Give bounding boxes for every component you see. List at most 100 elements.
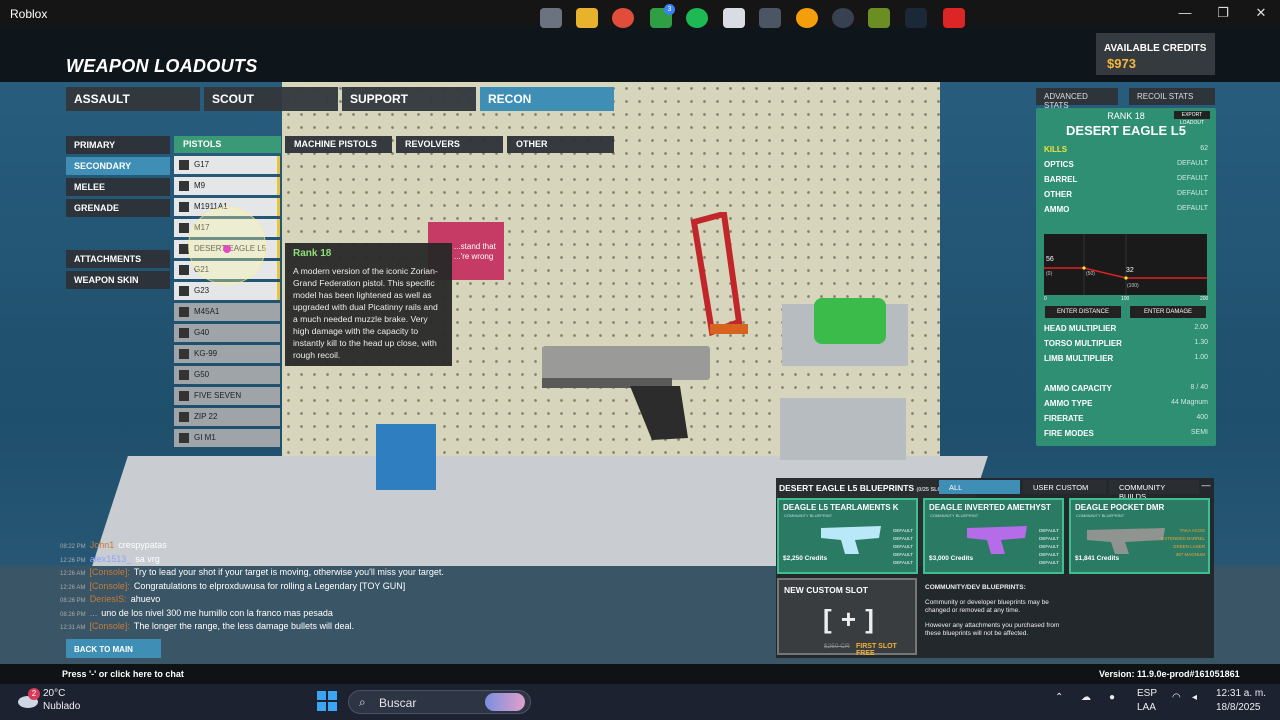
stat-label: TORSO MULTIPLIER xyxy=(1044,339,1122,348)
slot-secondary[interactable]: SECONDARY xyxy=(66,157,170,175)
xbox-icon[interactable]: 3 xyxy=(650,4,675,28)
enter-damage-button[interactable]: ENTER DAMAGE xyxy=(1130,306,1206,318)
weapon-row-locked[interactable]: GI M1 xyxy=(174,429,280,447)
chat-message: 08:26 PM... uno de los nivel 300 me humil… xyxy=(60,608,520,622)
taskbar-search[interactable]: ⌕ Buscar xyxy=(348,690,531,714)
close-button[interactable]: ✕ xyxy=(1242,0,1280,26)
stat-value: DEFAULT xyxy=(1177,190,1208,197)
chat-text: sa vrg xyxy=(135,553,160,564)
blueprint-price: $2,250 Credits xyxy=(783,555,828,562)
chevron-up-icon[interactable]: ⌃ xyxy=(1055,692,1063,703)
bp-tab-community-builds[interactable]: COMMUNITY BUILDS xyxy=(1109,480,1199,501)
weapon-icon xyxy=(179,223,189,233)
chat-message: 12:26 PM alex1513_ sa vrg xyxy=(60,554,520,568)
stat-value: 62 xyxy=(1200,145,1208,152)
subtab-pistols[interactable]: PISTOLS xyxy=(174,136,281,153)
slot-grenade[interactable]: GRENADE xyxy=(66,199,170,217)
tab-support[interactable]: SUPPORT xyxy=(342,87,476,111)
pistol-skin-icon xyxy=(1087,528,1165,554)
minecraft-icon[interactable] xyxy=(868,8,890,28)
subtab-other[interactable]: OTHER xyxy=(507,136,614,153)
export-loadout-button[interactable]: EXPORT LOADOUT xyxy=(1174,111,1210,126)
blueprint-name: DEAGLE POCKET DMR xyxy=(1075,503,1165,512)
tab-scout[interactable]: SCOUT xyxy=(204,87,338,111)
dts-icon[interactable] xyxy=(943,8,965,28)
shelf-box-lower xyxy=(780,398,906,460)
stat-row: AMMO DEFAULT xyxy=(1044,205,1208,214)
new-custom-slot[interactable]: NEW CUSTOM SLOT [ + ] $250 CR FIRST SLOT… xyxy=(777,578,917,657)
blueprint-card[interactable]: DEAGLE L5 TEARLAMENTS K COMMUNITY BLUEPR… xyxy=(777,498,918,574)
bp-tab-all[interactable]: ALL xyxy=(939,480,1020,494)
blueprint-attach: DEFAULT xyxy=(1039,544,1059,549)
tab-recon[interactable]: RECON xyxy=(480,87,614,111)
maximize-button[interactable]: ❐ xyxy=(1204,0,1242,26)
windows-start-icon[interactable] xyxy=(316,690,338,712)
stat-value: DEFAULT xyxy=(1177,175,1208,182)
blueprint-card[interactable]: DEAGLE POCKET DMR COMMUNITY BLUEPRINT $1… xyxy=(1069,498,1210,574)
chat-hint[interactable]: Press '-' or click here to chat xyxy=(62,669,184,679)
app-icon[interactable] xyxy=(759,8,781,28)
weapon-skin-button[interactable]: WEAPON SKIN xyxy=(66,271,170,289)
clock-date[interactable]: 18/8/2025 xyxy=(1216,702,1261,713)
enter-distance-button[interactable]: ENTER DISTANCE xyxy=(1045,306,1121,318)
file-explorer-icon[interactable] xyxy=(576,8,598,28)
temperature: 20°C xyxy=(43,688,66,699)
weapon-row[interactable]: G17 xyxy=(174,156,280,174)
stat-value: 1.00 xyxy=(1194,354,1208,361)
graph-x1: 100 xyxy=(1121,296,1130,302)
weather-icon[interactable]: 2 xyxy=(16,688,40,710)
app-icon[interactable] xyxy=(832,8,854,28)
blueprint-attach: EXTENDED BARREL xyxy=(1161,536,1205,541)
clock-time[interactable]: 12:31 a. m. xyxy=(1216,688,1266,699)
app-icon[interactable] xyxy=(796,8,818,28)
steam-icon[interactable] xyxy=(905,8,927,28)
wifi-icon[interactable]: ◠ xyxy=(1172,692,1181,703)
lock-icon xyxy=(179,349,189,359)
volume-icon[interactable]: ◂ xyxy=(1192,692,1197,703)
blueprint-card[interactable]: DEAGLE INVERTED AMETHYST COMMUNITY BLUEP… xyxy=(923,498,1064,574)
chat-time: 08:26 PM xyxy=(60,611,86,618)
weapon-row-locked[interactable]: G40 xyxy=(174,324,280,342)
weapon-row[interactable]: M9 xyxy=(174,177,280,195)
language-secondary[interactable]: LAA xyxy=(1137,702,1156,713)
blueprint-attach: DEFAULT xyxy=(1039,560,1059,565)
damage-curve xyxy=(1044,234,1207,295)
stat-label: HEAD MULTIPLIER xyxy=(1044,324,1117,333)
spotify-icon[interactable] xyxy=(686,8,708,28)
mic-icon[interactable]: ● xyxy=(1109,692,1115,703)
weapon-row-locked[interactable]: FIVE SEVEN xyxy=(174,387,280,405)
language-primary[interactable]: ESP xyxy=(1137,688,1157,699)
subtab-revolvers[interactable]: REVOLVERS xyxy=(396,136,503,153)
stat-row: FIRERATE 400 xyxy=(1044,414,1208,423)
back-to-main-button[interactable]: BACK TO MAIN xyxy=(66,639,161,658)
roblox-icon[interactable] xyxy=(723,8,745,28)
weapon-row-locked[interactable]: ZIP 22 xyxy=(174,408,280,426)
weapon-name: G23 xyxy=(194,286,210,295)
subtab-machine-pistols[interactable]: MACHINE PISTOLS xyxy=(285,136,392,153)
chat-message: 12:26 AM [Console]: Congratulations to elp… xyxy=(60,581,520,595)
slot-primary[interactable]: PRIMARY xyxy=(66,136,170,154)
attachments-button[interactable]: ATTACHMENTS xyxy=(66,250,170,268)
graph-d0: (0) xyxy=(1046,271,1053,277)
weapon-row-locked[interactable]: G50 xyxy=(174,366,280,384)
chat-time: 08:26 PM xyxy=(60,598,86,604)
recoil-stats-button[interactable]: RECOIL STATS xyxy=(1129,88,1215,105)
chat-time: 12:26 PM xyxy=(60,557,86,564)
bp-tab-user-custom[interactable]: USER CUSTOM xyxy=(1023,480,1106,494)
stat-row: OTHER DEFAULT xyxy=(1044,190,1208,199)
blueprint-attach: DEFAULT xyxy=(1039,528,1059,533)
cloud-off-icon[interactable]: ☁ xyxy=(1081,692,1091,703)
slot-melee[interactable]: MELEE xyxy=(66,178,170,196)
weapon-row-locked[interactable]: KG-99 xyxy=(174,345,280,363)
task-view-icon[interactable] xyxy=(540,8,562,28)
blueprints-panel: DESERT EAGLE L5 BLUEPRINTS (0/25 SLO ALL… xyxy=(776,478,1214,658)
bp-minimize-button[interactable]: — xyxy=(1200,480,1212,494)
chrome-icon[interactable] xyxy=(612,8,634,28)
minimize-button[interactable]: — xyxy=(1166,0,1204,26)
lock-icon xyxy=(179,307,189,317)
blueprint-price: $1,841 Credits xyxy=(1075,555,1120,562)
advanced-stats-button[interactable]: ADVANCED STATS xyxy=(1036,88,1118,110)
weapon-row-locked[interactable]: M45A1 xyxy=(174,303,280,321)
tab-assault[interactable]: ASSAULT xyxy=(66,87,200,111)
damage-graph: 56 32 (0) (50) (100) xyxy=(1044,234,1207,295)
